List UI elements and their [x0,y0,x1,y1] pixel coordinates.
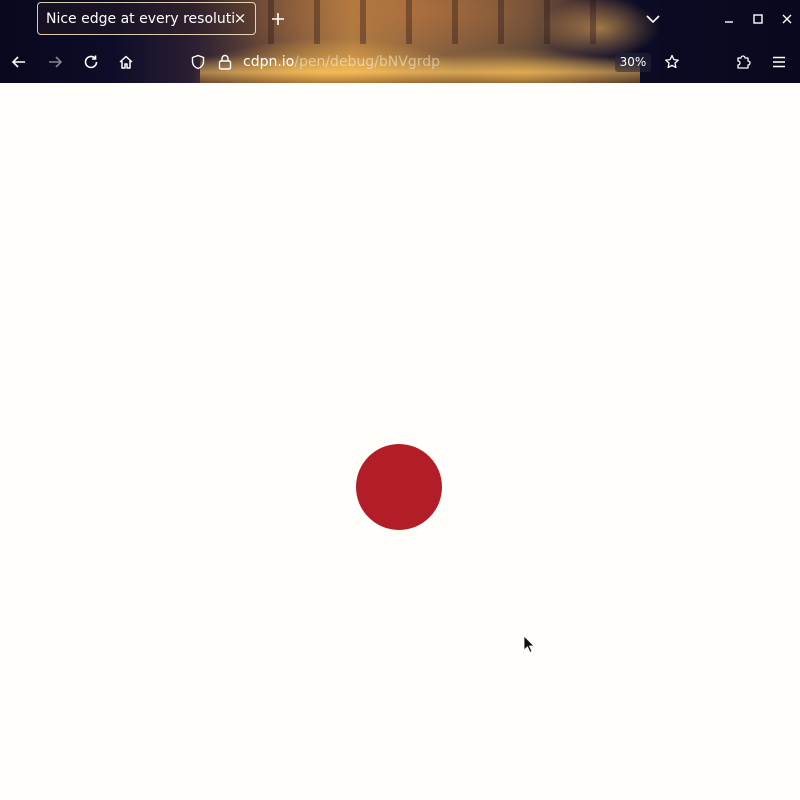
minimize-button[interactable] [718,8,740,30]
url-text[interactable]: cdpn.io/pen/debug/bNVgrdp [243,54,440,70]
url-host: cdpn.io [243,54,295,70]
site-security-button[interactable] [214,51,236,73]
zoom-level-badge[interactable]: 30% [615,53,651,72]
plus-icon [272,13,284,25]
back-button[interactable] [8,51,30,73]
tab-list-button[interactable] [642,8,664,30]
tab-active[interactable]: Nice edge at every resolution × [37,2,256,35]
puzzle-icon [737,55,751,69]
bookmark-button[interactable] [661,51,683,73]
address-bar[interactable]: cdpn.io/pen/debug/bNVgrdp 30% [180,44,679,80]
lock-icon [218,54,232,70]
theme-background-trees [250,0,620,44]
maximize-button[interactable] [747,8,769,30]
tracking-protection-button[interactable] [187,51,209,73]
reload-icon [84,55,98,69]
forward-button[interactable] [44,51,66,73]
hamburger-menu-icon [773,56,785,68]
maximize-icon [753,14,763,24]
star-icon [665,54,679,69]
close-icon [782,14,792,24]
shield-icon [191,54,205,70]
forward-arrow-icon [49,56,63,68]
home-icon [119,55,133,69]
page-viewport [0,83,800,800]
url-path: /pen/debug/bNVgrdp [294,54,441,70]
reload-button[interactable] [80,51,102,73]
red-circle [356,444,442,530]
chevron-down-icon [646,15,660,24]
mouse-cursor-icon [523,635,535,653]
tab-title: Nice edge at every resolution [46,11,234,27]
back-arrow-icon [11,56,25,68]
browser-toolbar: Nice edge at every resolution × cdpn.io/… [0,0,800,83]
close-window-button[interactable] [776,8,798,30]
tab-close-button[interactable]: × [232,9,248,27]
new-tab-button[interactable] [266,8,290,30]
app-menu-button[interactable] [768,51,790,73]
minimize-icon [725,21,733,23]
extensions-button[interactable] [732,51,754,73]
home-button[interactable] [115,51,137,73]
